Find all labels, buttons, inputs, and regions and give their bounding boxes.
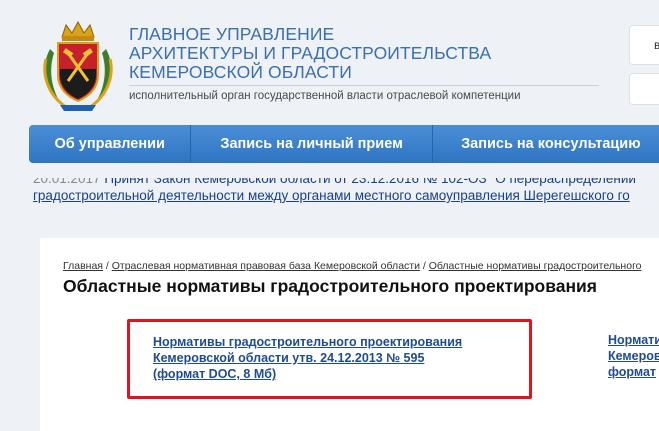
document-link-2-line-2: Кемеров [608,349,659,363]
breadcrumb-home[interactable]: Главная [63,260,103,272]
title-line-1: ГЛАВНОЕ УПРАВЛЕНИЕ [129,24,335,44]
document-link-second[interactable]: Норматив Кемеров формат [608,332,659,380]
nav-item-about[interactable]: Об управлении [29,125,192,163]
breadcrumb: Главная / Отраслевая нормативная правова… [63,260,642,272]
title-line-2: АРХИТЕКТУРЫ И ГРАДОСТРОИТЕЛЬСТВА [129,43,492,63]
news-text-1: Принят Закон Кемеровской области от 23.1… [104,178,636,186]
news-date: 20.01.2017 [33,178,101,186]
header-side-button[interactable]: в [629,25,659,65]
title-line-3: КЕМЕРОВСКОЙ ОБЛАСТИ [129,62,352,82]
breadcrumb-separator: / [422,260,426,272]
breadcrumb-separator: / [105,260,109,272]
subtitle-divider [129,85,599,86]
breadcrumb-regulatory-base[interactable]: Отраслевая нормативная правовая база Кем… [112,260,420,272]
document-link-2-line-1: Норматив [608,333,659,347]
document-link-line-3: (формат DOC, 8 Мб) [153,367,277,381]
document-link-line-1: Нормативы градостроительного проектирова… [153,335,463,349]
nav-item-personal-appointment[interactable]: Запись на личный прием [191,125,433,163]
document-link-2-line-3: формат [608,365,657,379]
kemerovo-coat-of-arms-icon[interactable] [36,19,120,113]
document-link-line-2: Кемеровской области утв. 24.12.2013 № 59… [153,351,425,365]
main-navigation: Об управлении Запись на личный прием Зап… [29,125,659,163]
organization-subtitle: исполнительный орган государственной вла… [129,90,521,102]
news-ticker-line-1[interactable]: 20.01.2017 Принят Закон Кемеровской обла… [33,178,636,186]
highlighted-document-box: Нормативы градостроительного проектирова… [127,319,532,399]
header-side-button-2[interactable] [629,73,659,105]
news-ticker-line-2[interactable]: градостроительной деятельности между орг… [33,188,630,203]
page-title: Областные нормативы градостроительного п… [63,276,598,296]
header-side-button-label: в [654,38,659,52]
organization-title[interactable]: ГЛАВНОЕ УПРАВЛЕНИЕ АРХИТЕКТУРЫ И ГРАДОСТ… [129,25,549,82]
news-ticker: 20.01.2017 Принят Закон Кемеровской обла… [33,178,659,208]
document-link-standards-2013[interactable]: Нормативы градостроительного проектирова… [153,334,523,382]
site-header: ГЛАВНОЕ УПРАВЛЕНИЕ АРХИТЕКТУРЫ И ГРАДОСТ… [0,0,659,118]
main-content: Главная / Отраслевая нормативная правова… [40,238,659,431]
breadcrumb-regional-standards[interactable]: Областные нормативы градостроительного [429,260,642,272]
nav-item-consultation[interactable]: Запись на консультацию [433,125,659,163]
